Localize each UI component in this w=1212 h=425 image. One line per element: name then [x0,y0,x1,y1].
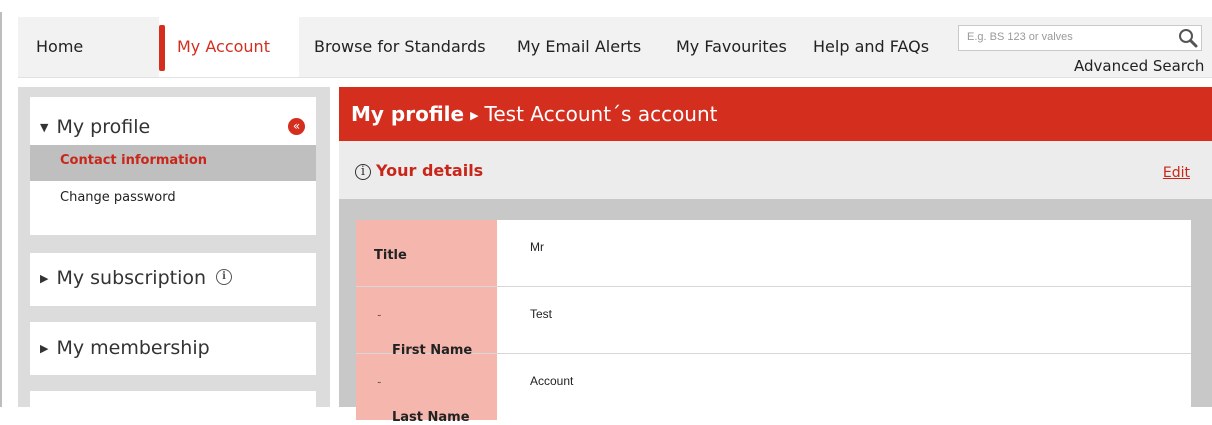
table-row: Last Name ˘ Account [356,354,1191,425]
nav-help-faqs[interactable]: Help and FAQs [813,17,929,77]
details-title-label: Your details [376,161,484,180]
subscription-toggle[interactable]: ▶ My subscription i [40,267,233,290]
nav-email-alerts[interactable]: My Email Alerts [517,17,641,77]
field-label: Last Name [392,410,470,425]
search-input[interactable] [959,26,1167,48]
required-marker-icon: ˘ [377,382,382,392]
info-icon[interactable]: i [216,269,233,285]
nav-browse-standards[interactable]: Browse for Standards [314,17,486,77]
table-row: Title Mr [356,220,1191,287]
breadcrumb: My profile ▶ Test Account´s account [351,87,718,145]
sidebar: ▼ My profile « Contact information Change… [18,87,330,407]
field-label-wrap: Last Name ˘ [374,382,470,425]
field-label: Title [374,248,407,263]
field-value: Account [530,374,574,388]
info-icon[interactable]: i [355,164,371,180]
profile-toggle[interactable]: ▼ My profile [40,116,150,138]
field-value: Mr [530,240,544,254]
table-row: First Name ˘ Test [356,287,1191,358]
breadcrumb-section[interactable]: My profile [351,102,464,126]
advanced-search-link[interactable]: Advanced Search [1074,57,1204,75]
membership-title: My membership [56,337,210,359]
sidebar-item-change-password[interactable]: Change password [60,190,176,205]
nav-favourites[interactable]: My Favourites [676,17,787,77]
search-box [958,25,1202,51]
details-bar: i Your details Edit [339,141,1212,199]
details-title: i Your details [355,161,483,181]
subscription-title: My subscription [56,267,207,289]
nav-my-account[interactable]: My Account [159,17,299,77]
membership-toggle[interactable]: ▶ My membership [40,337,210,359]
field-label-cell: First Name ˘ [356,287,497,358]
double-chevron-left-icon[interactable]: « [288,118,305,135]
main-content: My profile ▶ Test Account´s account i Your … [339,87,1212,425]
collapsed-triangle-icon: ▶ [40,272,49,285]
search-icon[interactable] [1175,26,1201,50]
sidebar-item-contact-information[interactable]: Contact information [30,145,316,181]
required-marker-icon: ˘ [377,315,382,325]
window-edge [0,12,2,407]
field-label-cell: Title [356,220,497,286]
details-table: Title Mr First Name ˘ Test Last Name ˘ Acc… [356,220,1191,425]
collapsed-triangle-icon: ▶ [40,342,49,355]
profile-title: My profile [56,116,151,138]
page-header: My profile ▶ Test Account´s account [339,87,1212,141]
nav-home[interactable]: Home [36,17,83,77]
subscription-panel: ▶ My subscription i [30,253,316,306]
next-panel [30,391,316,407]
breadcrumb-separator-icon: ▶ [470,109,479,122]
nav-my-account-label: My Account [177,37,270,56]
membership-panel: ▶ My membership [30,322,316,375]
page-title: Test Account´s account [484,102,718,126]
expanded-triangle-icon: ▼ [40,121,49,134]
field-label-cell: Last Name ˘ [356,354,497,425]
field-label-wrap: First Name ˘ [374,315,472,358]
edit-link[interactable]: Edit [1163,165,1190,181]
sidebar-item-label: Contact information [60,153,208,168]
field-value: Test [530,307,553,321]
active-tab-indicator [159,25,165,71]
